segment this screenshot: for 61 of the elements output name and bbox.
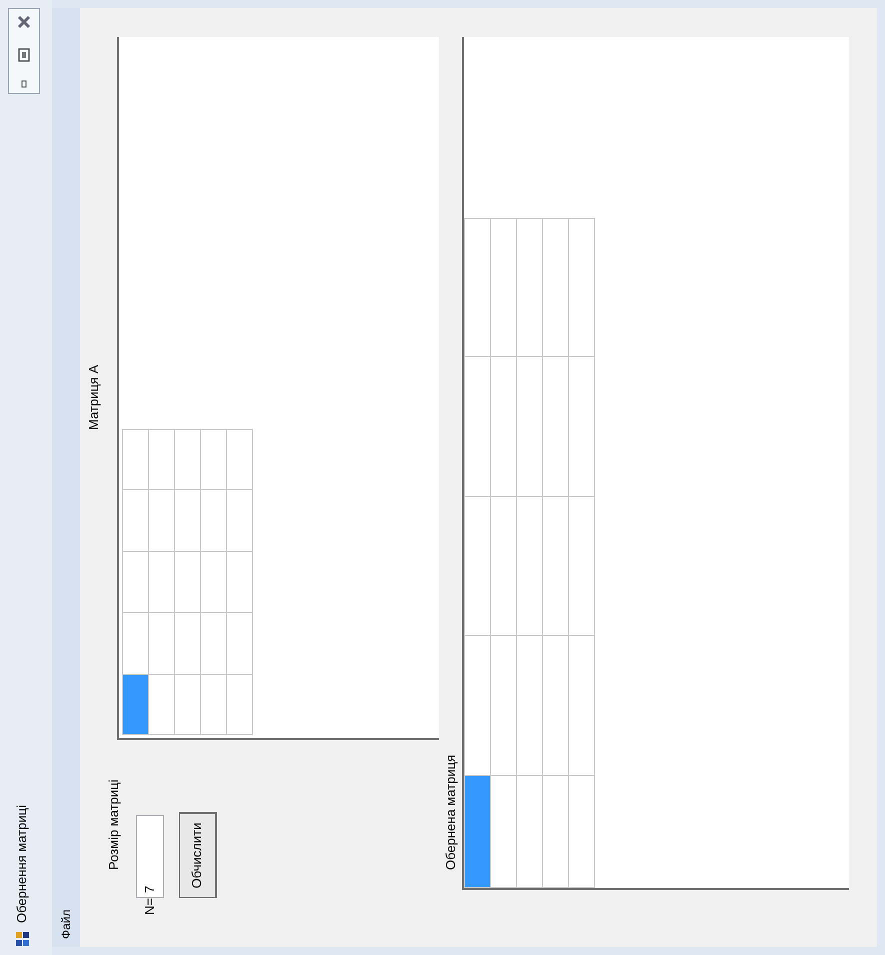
grid-cell[interactable] xyxy=(490,218,516,356)
grid-cell[interactable] xyxy=(542,356,568,496)
grid-cell[interactable] xyxy=(464,636,490,776)
grid-cell[interactable] xyxy=(226,612,252,674)
grid-cell[interactable] xyxy=(122,490,148,552)
window-title: Обернення матриці xyxy=(13,805,30,923)
grid-cell[interactable] xyxy=(226,430,252,490)
grid-cell[interactable] xyxy=(148,430,174,490)
grid-cell[interactable] xyxy=(226,490,252,552)
grid-cell[interactable] xyxy=(490,776,516,888)
grid-cell[interactable] xyxy=(200,552,226,612)
grid-cell[interactable] xyxy=(516,356,542,496)
grid-cell[interactable] xyxy=(174,612,200,674)
grid-cell[interactable] xyxy=(122,612,148,674)
grid-cell[interactable] xyxy=(568,636,594,776)
matrix-a-label: Матриця A xyxy=(86,364,102,430)
grid-cell[interactable] xyxy=(516,776,542,888)
grid-cell[interactable] xyxy=(122,552,148,612)
menu-item[interactable]: Файл xyxy=(57,905,75,943)
grid-cell[interactable] xyxy=(516,218,542,356)
grid-cell[interactable] xyxy=(464,776,490,888)
grid-cell[interactable] xyxy=(148,490,174,552)
calculate-button[interactable]: Обчислити xyxy=(178,812,216,898)
grid-cell[interactable] xyxy=(148,612,174,674)
grid-cell[interactable] xyxy=(174,430,200,490)
grid-cell[interactable] xyxy=(542,776,568,888)
grid-cell[interactable] xyxy=(226,674,252,734)
grid-cell[interactable] xyxy=(200,674,226,734)
grid-cell[interactable] xyxy=(568,356,594,496)
grid-cell[interactable] xyxy=(122,430,148,490)
maximize-icon[interactable] xyxy=(16,47,32,63)
size-label: Розмір матриці xyxy=(105,778,122,870)
size-field[interactable]: 7 xyxy=(136,815,164,898)
grid-cell[interactable] xyxy=(464,356,490,496)
grid-cell[interactable] xyxy=(122,674,148,734)
grid-cell[interactable] xyxy=(464,496,490,636)
grid-cell[interactable] xyxy=(568,218,594,356)
grid-cell[interactable] xyxy=(490,356,516,496)
grid-cell[interactable] xyxy=(568,496,594,636)
grid-cell[interactable] xyxy=(148,552,174,612)
grid-cell[interactable] xyxy=(174,552,200,612)
grid-cell[interactable] xyxy=(490,496,516,636)
grid-cell[interactable] xyxy=(226,552,252,612)
grid-cell[interactable] xyxy=(148,674,174,734)
grid-cell[interactable] xyxy=(490,636,516,776)
grid-cell[interactable] xyxy=(200,430,226,490)
app-icon xyxy=(14,931,30,947)
close-icon[interactable] xyxy=(16,13,32,31)
inverse-matrix-label: Обернена матриця xyxy=(443,754,459,870)
grid-cell[interactable] xyxy=(174,490,200,552)
grid-cell[interactable] xyxy=(542,218,568,356)
grid-cell[interactable] xyxy=(516,636,542,776)
grid-cell[interactable] xyxy=(174,674,200,734)
grid-cell[interactable] xyxy=(200,612,226,674)
grid-cell[interactable] xyxy=(516,496,542,636)
grid-cell[interactable] xyxy=(200,490,226,552)
grid-cell[interactable] xyxy=(542,496,568,636)
n-label: N= xyxy=(140,898,158,917)
grid-cell[interactable] xyxy=(542,636,568,776)
grid-cell[interactable] xyxy=(464,218,490,356)
grid-cell[interactable] xyxy=(568,776,594,888)
